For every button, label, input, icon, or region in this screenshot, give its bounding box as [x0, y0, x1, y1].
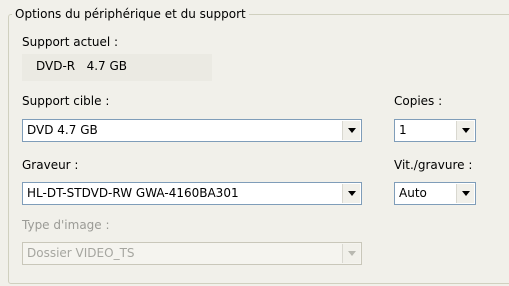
chevron-down-icon[interactable] [342, 121, 360, 140]
image-type-dropdown: Dossier VIDEO_TS [22, 242, 362, 265]
current-media-label: Support actuel : [22, 35, 119, 49]
chevron-down-icon[interactable] [456, 184, 474, 203]
burner-dropdown[interactable]: HL-DT-STDVD-RW GWA-4160BA301 [22, 182, 362, 205]
chevron-down-icon[interactable] [456, 121, 474, 140]
burner-label: Graveur : [22, 158, 79, 172]
target-media-selected: DVD 4.7 GB [27, 123, 98, 137]
copies-selected: 1 [399, 123, 407, 137]
image-type-label: Type d'image : [22, 218, 110, 232]
write-speed-label: Vit./gravure : [394, 158, 473, 172]
write-speed-selected: Auto [399, 186, 427, 200]
target-media-label: Support cible : [22, 94, 110, 108]
device-media-options-panel: Options du périphérique et du support Su… [0, 0, 509, 286]
image-type-selected: Dossier VIDEO_TS [27, 246, 135, 260]
burner-selected: HL-DT-STDVD-RW GWA-4160BA301 [27, 186, 239, 200]
current-media-value: DVD-R 4.7 GB [22, 54, 212, 81]
write-speed-dropdown[interactable]: Auto [394, 182, 476, 205]
chevron-down-icon[interactable] [342, 184, 360, 203]
copies-dropdown[interactable]: 1 [394, 119, 476, 142]
target-media-dropdown[interactable]: DVD 4.7 GB [22, 119, 362, 142]
group-title: Options du périphérique et du support [12, 6, 249, 22]
chevron-down-icon [342, 244, 360, 263]
copies-label: Copies : [394, 94, 443, 108]
